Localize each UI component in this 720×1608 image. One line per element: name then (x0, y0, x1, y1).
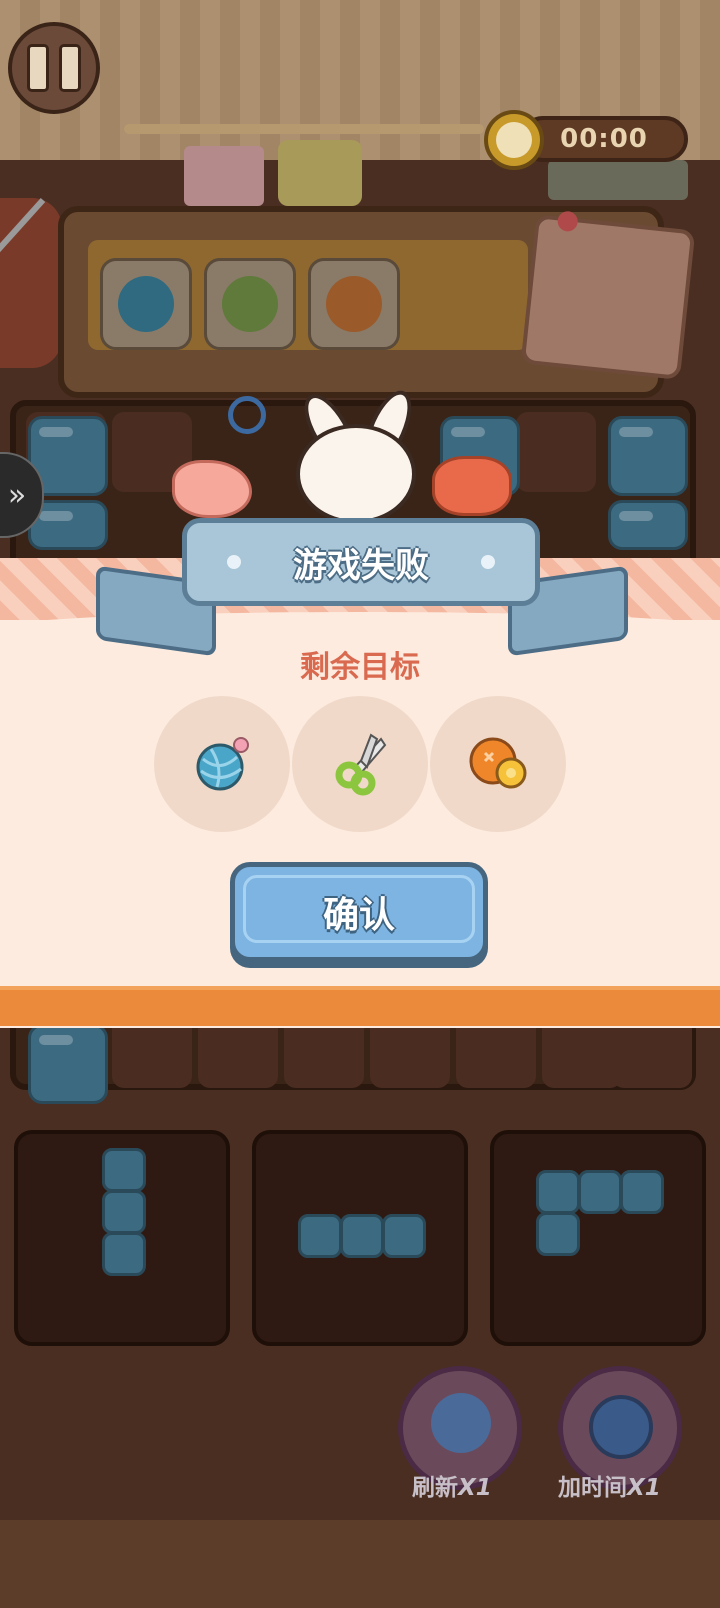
pause-button[interactable] (8, 22, 100, 114)
confirm-button[interactable]: 确认 (230, 862, 488, 962)
confirm-button-label: 确认 (322, 895, 395, 936)
timer-clock-icon (484, 110, 544, 170)
remaining-goals-heading: 剩余目标 (300, 650, 420, 685)
floor-background (0, 1520, 720, 1608)
add-time-label-text: 加时间 (558, 1475, 627, 1501)
jelly-block (28, 1024, 108, 1104)
mannequin-decoration (0, 198, 62, 368)
dress-hanger (278, 140, 362, 206)
outfit-card (520, 210, 696, 380)
chevron-right-icon: » (7, 477, 27, 513)
yarn-ball-icon (118, 276, 174, 332)
title-ribbon: 游戏失败 (182, 518, 540, 606)
timer-text: 00:00 (560, 124, 648, 154)
refresh-icon (431, 1393, 491, 1453)
crying-bunny-mascot (266, 384, 446, 528)
button-icon (326, 276, 382, 332)
target-slot-scissors (204, 258, 296, 350)
scissors-icon (222, 276, 278, 332)
block-tray-1[interactable] (14, 1130, 230, 1346)
dialog-title: 游戏失败 (293, 545, 429, 586)
button-icon (469, 737, 527, 789)
dialog-bottom-border (0, 990, 720, 1026)
alarm-clock-icon (589, 1395, 653, 1459)
piece-block (536, 1212, 580, 1256)
scissors-icon (335, 733, 387, 796)
piece-block (340, 1214, 384, 1258)
clock-face (496, 122, 532, 158)
block-tray-3[interactable] (490, 1130, 706, 1346)
flower-icon (481, 555, 495, 569)
goal-slot-button (430, 696, 566, 832)
pause-icon (27, 44, 49, 92)
piece-block (578, 1170, 622, 1214)
refresh-label: 刷新X1 (412, 1468, 492, 1502)
swirl-icon (228, 396, 266, 434)
piece-block (298, 1214, 342, 1258)
piece-block (102, 1148, 146, 1192)
towel-hanger (184, 146, 264, 206)
refresh-count: X1 (458, 1475, 492, 1501)
piece-block (102, 1232, 146, 1276)
refresh-label-text: 刷新 (412, 1475, 458, 1501)
piece-block (102, 1190, 146, 1234)
piece-block (382, 1214, 426, 1258)
goal-slot-scissors (292, 696, 428, 832)
bunny-head (296, 424, 416, 524)
timer-display: 00:00 (520, 116, 688, 162)
board-cell (516, 412, 596, 492)
target-slot-button (308, 258, 400, 350)
add-time-count: X1 (627, 1475, 661, 1501)
pause-icon-bar (59, 44, 81, 92)
fabric-stack (548, 160, 688, 200)
jelly-block (608, 416, 688, 496)
add-time-label: 加时间X1 (558, 1468, 661, 1502)
piece-block (536, 1170, 580, 1214)
clothes-rail (124, 124, 484, 134)
piece-block (620, 1170, 664, 1214)
jelly-block (608, 500, 688, 550)
block-tray-2[interactable] (252, 1130, 468, 1346)
flower-icon (227, 555, 241, 569)
target-slot-yarn (100, 258, 192, 350)
yarn-ball-icon (196, 737, 249, 791)
goal-slot-yarn (154, 696, 290, 832)
